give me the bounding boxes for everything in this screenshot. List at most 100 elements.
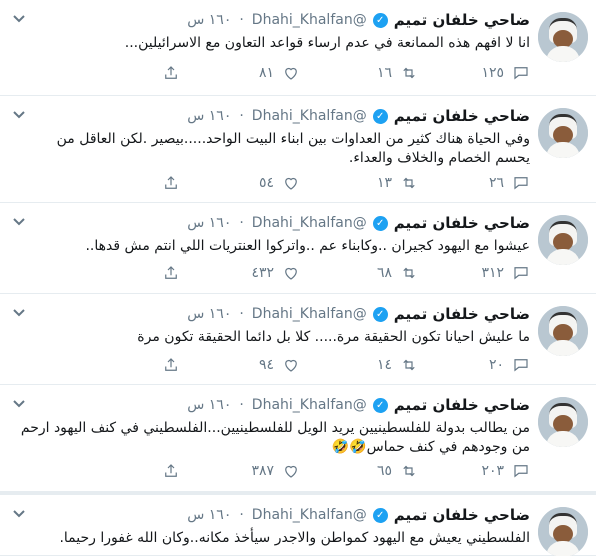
tweet-card[interactable]: ضاحي خلفان تميم ✓ @Dhahi_Khalfan · ١٦٠ س… [0,494,596,556]
tweet-text: وفي الحياة هناك كثير من العداوات بين ابن… [56,131,530,166]
share-icon [165,176,177,189]
display-name[interactable]: ضاحي خلفان تميم [394,305,530,323]
like-count: ٤٣٢ [251,265,274,281]
heart-icon [285,177,297,190]
tweet-card[interactable]: ضاحي خلفان تميم ✓ @Dhahi_Khalfan · ١٦٠ س… [0,385,596,492]
verified-badge-icon: ✓ [372,507,388,523]
share-icon [165,358,177,371]
reply-button[interactable]: ٢٠ [489,356,530,374]
handle[interactable]: @Dhahi_Khalfan [252,12,367,28]
separator-dot: · [239,108,244,124]
handle[interactable]: @Dhahi_Khalfan [252,507,367,523]
reply-count: ٢٠ [488,357,504,373]
separator-dot: · [239,397,244,413]
retweet-count: ١٦ [376,65,392,81]
timestamp[interactable]: ١٦٠ س [187,507,231,523]
avatar[interactable] [538,306,588,356]
tweet-text: انا لا افهم هذه الممانعة في عدم ارساء قو… [124,35,530,51]
like-button[interactable]: ٣٨٧ [251,462,300,480]
tweet-card[interactable]: ضاحي خلفان تميم ✓ @Dhahi_Khalfan · ١٦٠ س… [0,96,596,203]
retweet-icon [403,177,415,189]
avatar[interactable] [538,507,588,556]
reply-icon [514,67,528,80]
reply-count: ٢٦ [488,175,504,191]
retweet-button[interactable]: ٦٨ [377,264,418,282]
tweet-card[interactable]: ضاحي خلفان تميم ✓ @Dhahi_Khalfan · ١٦٠ س… [0,203,596,294]
separator-dot: · [239,306,244,322]
tweet-header: ضاحي خلفان تميم ✓ @Dhahi_Khalfan · ١٦٠ س [187,213,530,233]
display-name[interactable]: ضاحي خلفان تميم [394,396,530,414]
retweet-count: ١٤ [376,357,392,373]
share-icon [165,266,177,279]
verified-badge-icon: ✓ [372,12,388,28]
chevron-down-icon[interactable] [12,509,26,519]
retweet-count: ٦٨ [376,265,392,281]
display-name[interactable]: ضاحي خلفان تميم [394,506,530,524]
tweet-text: الفلسطيني يعيش مع اليهود كمواطن والاجدر … [59,530,530,546]
reply-icon [514,177,528,190]
separator-dot: · [239,507,244,523]
retweet-button[interactable]: ١٤ [377,356,418,374]
tweet-card[interactable]: ضاحي خلفان تميم ✓ @Dhahi_Khalfan · ١٦٠ س… [0,294,596,385]
retweet-button[interactable]: ١٦ [377,64,418,82]
heart-icon [285,67,297,80]
reply-count: ٣١٢ [481,265,504,281]
display-name[interactable]: ضاحي خلفان تميم [394,214,530,232]
handle[interactable]: @Dhahi_Khalfan [252,215,367,231]
share-icon [165,464,177,477]
reply-button[interactable]: ١٢٥ [481,64,530,82]
tweet-text: عيشوا مع اليهود كجيران ..وكابناء عم ..وا… [85,238,530,254]
tweet-header: ضاحي خلفان تميم ✓ @Dhahi_Khalfan · ١٦٠ س [187,106,530,126]
retweet-icon [403,465,415,477]
retweet-icon [403,359,415,371]
chevron-down-icon[interactable] [12,217,26,227]
like-button[interactable]: ٤٣٢ [251,264,300,282]
avatar[interactable] [538,108,588,158]
tweet-text: من يطالب بدولة للفلسطينيين يريد الويل لل… [20,420,530,455]
reply-button[interactable]: ٣١٢ [481,264,530,282]
like-count: ٣٨٧ [251,463,274,479]
display-name[interactable]: ضاحي خلفان تميم [394,11,530,29]
like-button[interactable]: ٩٤ [259,356,300,374]
reply-button[interactable]: ٢٠٣ [481,462,530,480]
verified-badge-icon: ✓ [372,108,388,124]
timestamp[interactable]: ١٦٠ س [187,215,231,231]
handle[interactable]: @Dhahi_Khalfan [252,397,367,413]
chevron-down-icon[interactable] [12,14,26,24]
like-button[interactable]: ٨١ [259,64,300,82]
heart-icon [285,359,297,372]
retweet-count: ٦٥ [376,463,392,479]
share-button[interactable] [162,462,180,480]
verified-badge-icon: ✓ [372,397,388,413]
timestamp[interactable]: ١٦٠ س [187,306,231,322]
avatar[interactable] [538,215,588,265]
share-button[interactable] [162,64,180,82]
handle[interactable]: @Dhahi_Khalfan [252,306,367,322]
retweet-icon [403,67,415,79]
tweet-actions: ٢٠٣ ٦٥ ٣٨٧ [18,462,530,482]
reply-icon [514,465,528,478]
retweet-button[interactable]: ١٣ [377,174,418,192]
like-button[interactable]: ٥٤ [259,174,300,192]
timestamp[interactable]: ١٦٠ س [187,108,231,124]
tweet-card[interactable]: ضاحي خلفان تميم ✓ @Dhahi_Khalfan · ١٦٠ س… [0,0,596,96]
reply-button[interactable]: ٢٦ [489,174,530,192]
timestamp[interactable]: ١٦٠ س [187,397,231,413]
separator-dot: · [239,12,244,28]
chevron-down-icon[interactable] [12,308,26,318]
avatar[interactable] [538,12,588,62]
share-button[interactable] [162,174,180,192]
timestamp[interactable]: ١٦٠ س [187,12,231,28]
chevron-down-icon[interactable] [12,399,26,409]
retweet-button[interactable]: ٦٥ [377,462,418,480]
tweet-text: ما عليش احيانا تكون الحقيقة مرة..... كلا… [137,329,530,345]
reply-count: ٢٠٣ [481,463,504,479]
share-button[interactable] [162,356,180,374]
display-name[interactable]: ضاحي خلفان تميم [394,107,530,125]
like-count: ٥٤ [258,175,274,191]
avatar[interactable] [538,397,588,447]
share-button[interactable] [162,264,180,282]
tweet-header: ضاحي خلفان تميم ✓ @Dhahi_Khalfan · ١٦٠ س [187,395,530,415]
chevron-down-icon[interactable] [12,110,26,120]
handle[interactable]: @Dhahi_Khalfan [252,108,367,124]
